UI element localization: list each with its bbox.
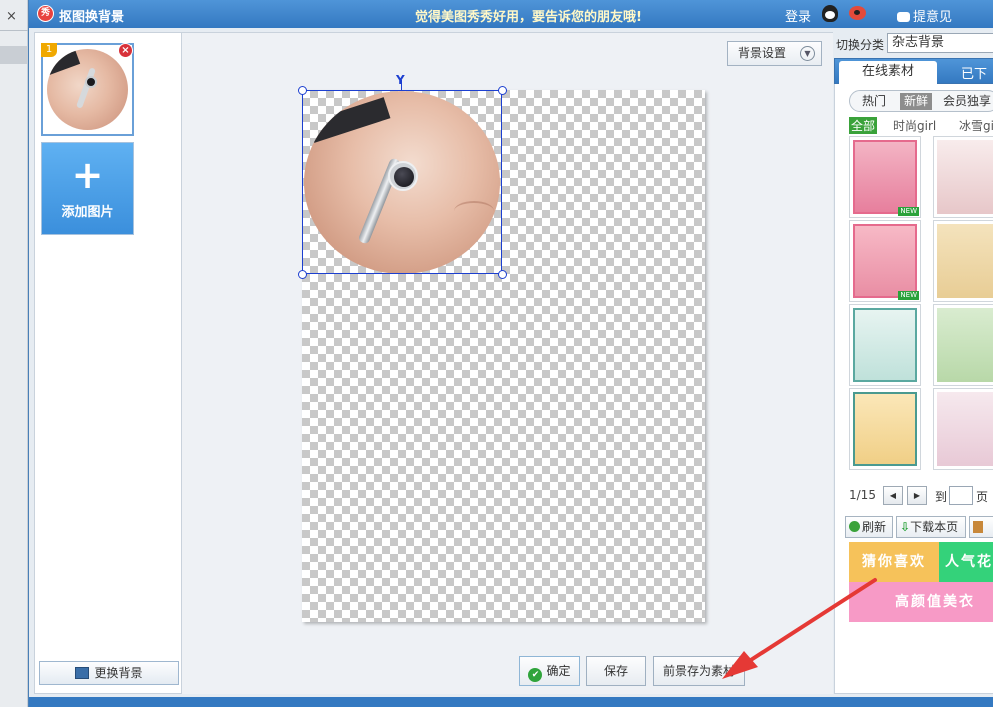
- selection-box[interactable]: [302, 90, 502, 274]
- login-link[interactable]: 登录: [785, 6, 811, 25]
- chevron-down-icon: ▼: [800, 46, 815, 61]
- download-page-button[interactable]: ⇩下载本页: [896, 516, 966, 538]
- refresh-label: 刷新: [862, 520, 887, 534]
- thumbnail-ring-band: [75, 67, 97, 109]
- material-item[interactable]: [933, 136, 993, 218]
- category-select[interactable]: 杂志背景: [887, 33, 993, 53]
- change-background-button[interactable]: 更换背景: [39, 661, 179, 685]
- page-unit-label: 页: [976, 490, 989, 504]
- material-item[interactable]: [849, 304, 921, 386]
- background-settings-dropdown[interactable]: 背景设置 ▼: [727, 41, 822, 66]
- feedback-link[interactable]: 提意见: [897, 6, 952, 25]
- material-item[interactable]: [933, 220, 993, 302]
- plus-icon: +: [71, 153, 104, 197]
- material-thumbnail: [937, 224, 993, 298]
- rotate-handle[interactable]: Y: [396, 73, 405, 87]
- screen: × 秀 抠图换背景 觉得美图秀秀好用，要告诉您的朋友哦! 登录 提意见 1 ×: [0, 0, 993, 707]
- material-item[interactable]: NEW: [849, 220, 921, 302]
- app-logo-icon: 秀: [37, 5, 54, 22]
- image-list-panel: 1 × + 添加图片 更换背景: [34, 32, 182, 694]
- download-icon: ⇩: [900, 520, 911, 534]
- ad-beauty-clothes[interactable]: 高颜值美衣: [849, 582, 993, 622]
- background-window-strip: ×: [0, 0, 28, 707]
- material-thumbnail: [853, 308, 917, 382]
- material-tabs: 在线素材 已下载: [834, 58, 993, 101]
- page-number-input[interactable]: [949, 486, 973, 505]
- background-settings-label: 背景设置: [738, 46, 787, 60]
- status-bar: [29, 697, 993, 707]
- resize-handle-top-left[interactable]: [298, 86, 307, 95]
- save-foreground-as-material-button[interactable]: 前景存为素材: [653, 656, 745, 686]
- save-button[interactable]: 保存: [586, 656, 646, 686]
- bag-icon: [973, 521, 983, 533]
- background-close-icon[interactable]: ×: [6, 9, 17, 24]
- new-badge: NEW: [898, 207, 919, 216]
- material-thumbnail: [937, 392, 993, 466]
- qq-icon[interactable]: [822, 5, 838, 22]
- thumbnail-ring-stone: [85, 76, 97, 88]
- refresh-button[interactable]: 刷新: [845, 516, 893, 538]
- material-library-button[interactable]: [969, 516, 993, 538]
- feedback-bubble-icon: [897, 12, 910, 22]
- thumbnail-index-badge: 1: [41, 43, 57, 57]
- category-label: 切换分类: [836, 38, 885, 52]
- check-icon: ✔: [528, 668, 543, 682]
- confirm-label: 确定: [546, 664, 571, 678]
- delete-thumbnail-icon[interactable]: ×: [118, 43, 133, 58]
- share-slogan[interactable]: 觉得美图秀秀好用，要告诉您的朋友哦!: [415, 6, 642, 25]
- ad-popular[interactable]: 人气花: [939, 542, 993, 582]
- material-thumbnail: [937, 140, 993, 214]
- divider: [0, 30, 28, 31]
- material-panel: 切换分类 杂志背景 在线素材 已下载 热门 新鲜 会员独享 全部 时尚girl …: [834, 32, 993, 694]
- material-item[interactable]: [933, 388, 993, 470]
- subtab-vip[interactable]: 会员独享: [939, 93, 993, 110]
- material-item[interactable]: NEW: [849, 136, 921, 218]
- weibo-icon[interactable]: [849, 6, 866, 20]
- refresh-icon: [849, 521, 860, 532]
- material-body: 热门 新鲜 会员独享 全部 时尚girl 冰雪girl NEW: [834, 84, 993, 694]
- material-thumbnail: [853, 140, 917, 214]
- next-page-button[interactable]: ▶: [907, 486, 927, 505]
- page-indicator: 1/15: [849, 488, 876, 502]
- filter-fashion-girl[interactable]: 时尚girl: [893, 117, 936, 134]
- canvas-area: 背景设置 ▼ Y ✔ 确定 保存 前景存为素材: [182, 32, 833, 694]
- resize-handle-bottom-right[interactable]: [498, 270, 507, 279]
- change-background-label: 更换背景: [94, 666, 143, 680]
- resize-handle-bottom-left[interactable]: [298, 270, 307, 279]
- material-thumbnail: [853, 224, 917, 298]
- feedback-label: 提意见: [913, 10, 953, 25]
- prev-page-button[interactable]: ◀: [883, 486, 903, 505]
- window-title: 抠图换背景: [59, 10, 125, 25]
- add-image-label: 添加图片: [61, 205, 114, 220]
- subtab-new[interactable]: 新鲜: [900, 93, 933, 110]
- confirm-button[interactable]: ✔ 确定: [519, 656, 580, 686]
- new-badge: NEW: [898, 291, 919, 300]
- filter-snow-girl[interactable]: 冰雪girl: [959, 117, 993, 134]
- material-grid: NEW NEW: [849, 136, 993, 474]
- picture-icon: [75, 667, 90, 679]
- thumbnail-ring-photo: [47, 49, 128, 130]
- material-item[interactable]: [933, 304, 993, 386]
- download-page-label: 下载本页: [910, 520, 959, 534]
- background-toolbar-strip: [0, 46, 28, 64]
- filter-all[interactable]: 全部: [849, 117, 878, 134]
- ad-guess-you-like[interactable]: 猜你喜欢: [849, 542, 939, 582]
- material-thumbnail: [853, 392, 917, 466]
- add-image-button[interactable]: + 添加图片: [41, 142, 134, 235]
- title-bar: 秀 抠图换背景 觉得美图秀秀好用，要告诉您的朋友哦! 登录 提意见: [29, 0, 993, 28]
- image-thumbnail[interactable]: 1 ×: [41, 43, 134, 136]
- material-item[interactable]: [849, 388, 921, 470]
- material-thumbnail: [937, 308, 993, 382]
- tab-online-materials[interactable]: 在线素材: [839, 61, 937, 85]
- cutout-window: 秀 抠图换背景 觉得美图秀秀好用，要告诉您的朋友哦! 登录 提意见 1 × + …: [28, 0, 993, 707]
- subtab-hot[interactable]: 热门: [858, 93, 890, 110]
- material-subtabs: 热门 新鲜 会员独享: [849, 90, 993, 112]
- resize-handle-top-right[interactable]: [498, 86, 507, 95]
- goto-label: 到: [935, 490, 948, 504]
